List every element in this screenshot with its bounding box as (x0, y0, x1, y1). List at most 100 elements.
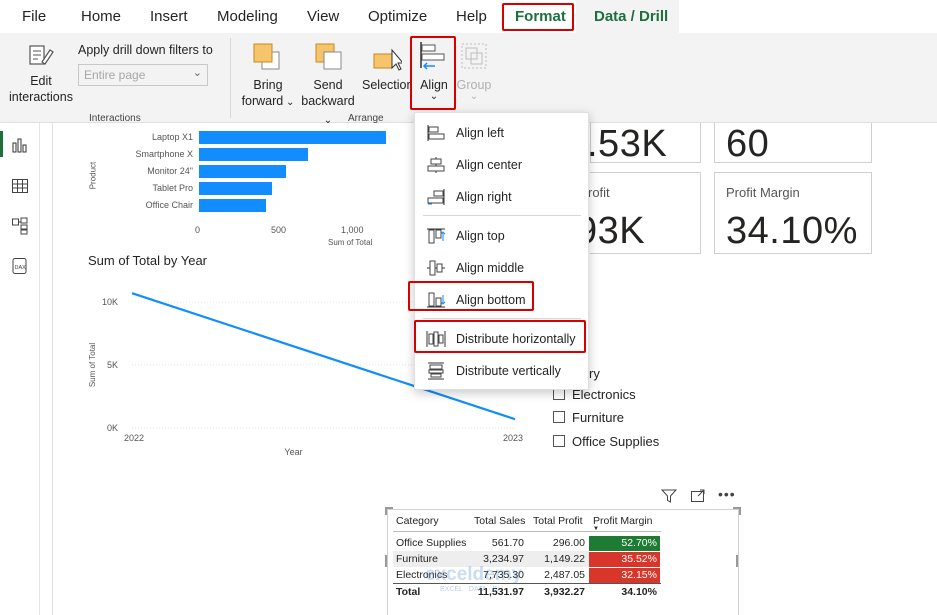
menu-separator (423, 215, 581, 216)
ribbon-separator (230, 38, 231, 118)
selection-icon[interactable] (372, 42, 405, 77)
bar-x-tick-label: 0 (195, 225, 201, 235)
kpi-card-4-label: Profit Margin (726, 185, 800, 200)
menu-optimize[interactable]: Optimize (368, 8, 427, 25)
align-button-highlight (410, 36, 456, 110)
slicer-item-furniture[interactable]: Furniture (553, 410, 624, 425)
kpi-card-3-label: rofit (588, 185, 610, 200)
bring-forward-label-2: forward (241, 94, 284, 108)
checkbox-icon[interactable] (553, 411, 565, 423)
apply-drill-label: Apply drill down filters to (78, 43, 213, 57)
resize-handle[interactable] (735, 555, 738, 567)
apply-drill-dropdown[interactable]: Entire page ⌄ (78, 64, 208, 86)
menu-item-label: Align left (456, 126, 504, 140)
line-x-axis-label: Year (284, 447, 302, 457)
align-left-icon (427, 125, 445, 141)
table-total-cell: Total (396, 586, 421, 598)
chevron-down-icon: ⌄ (469, 91, 479, 102)
kpi-card-3[interactable]: rofit 93K (576, 172, 701, 254)
table-cell: 296.00 (552, 537, 585, 549)
filter-icon[interactable] (660, 489, 678, 508)
line-x-tick-label: 2023 (503, 433, 523, 443)
kpi-card-4-value: 34.10% (726, 210, 858, 252)
svg-text:DAX: DAX (15, 265, 27, 271)
report-view-icon[interactable] (11, 136, 29, 154)
kpi-card-1[interactable]: .53K (587, 123, 701, 165)
edit-interactions-label-2: interactions (9, 90, 73, 104)
table-cell: Office Supplies (396, 537, 467, 549)
active-view-indicator (0, 131, 3, 157)
slicer-item-office-supplies[interactable]: Office Supplies (553, 434, 659, 449)
slicer-item-label: Furniture (572, 410, 625, 425)
menu-item-align-center[interactable]: Align center (415, 152, 590, 178)
kpi-card-2-value: 60 (726, 123, 770, 165)
line-y-tick-label: 10K (102, 297, 118, 307)
group-button: Group ⌄ (456, 77, 492, 102)
kpi-card-2[interactable]: 60 (714, 123, 872, 165)
menu-item-distribute-vertically[interactable]: Distribute vertically (415, 358, 590, 384)
align-center-icon (427, 157, 445, 173)
table-cell: 1,149.22 (544, 553, 585, 565)
send-backward-label-2: backward (301, 94, 355, 108)
menu-insert[interactable]: Insert (150, 8, 188, 25)
menu-view[interactable]: View (307, 8, 339, 25)
distribute-vertically-icon (428, 362, 444, 380)
more-options-icon[interactable]: ••• (718, 486, 736, 502)
bar-category-label: Laptop X1 (151, 132, 193, 142)
menu-item-label: Align center (456, 158, 523, 172)
bar-mark[interactable] (199, 148, 309, 161)
menu-modeling[interactable]: Modeling (217, 8, 278, 25)
menu-file[interactable]: File (22, 8, 46, 25)
menu-item-align-top[interactable]: Align top (415, 223, 590, 249)
send-backward-icon[interactable] (314, 42, 344, 77)
edit-interactions-icon[interactable] (24, 40, 56, 77)
menu-item-align-left[interactable]: Align left (415, 120, 590, 146)
bring-forward-button[interactable]: Bring forward ⌄ (238, 77, 298, 111)
menu-item-align-right[interactable]: Align right (415, 184, 590, 210)
chevron-down-icon: ⌄ (283, 97, 295, 108)
bar-category-label: Tablet Pro (152, 183, 193, 193)
bar-mark[interactable] (199, 182, 272, 195)
checkbox-icon[interactable] (553, 435, 565, 447)
table-total-cell: 3,932.27 (544, 586, 585, 598)
resize-handle[interactable] (733, 507, 741, 515)
menu-home[interactable]: Home (81, 8, 121, 25)
table-total-cell: 34.10% (621, 586, 657, 598)
watermark-subtitle: EXCEL · DATA · BI (440, 586, 499, 593)
dax-query-view-icon[interactable]: DAX (11, 257, 29, 275)
line-y-tick-label: 5K (107, 360, 118, 370)
kpi-card-profit-margin[interactable]: Profit Margin 34.10% (714, 172, 872, 254)
edit-interactions-button[interactable]: Edit interactions (8, 73, 74, 105)
bar-mark[interactable] (199, 131, 386, 144)
bar-x-tick-label: 1,000 (341, 225, 364, 235)
bar-mark[interactable] (199, 165, 286, 178)
table-cell: 561.70 (491, 537, 524, 549)
bar-mark[interactable] (199, 199, 266, 212)
line-chart-title: Sum of Total by Year (88, 253, 208, 268)
slicer-header: ry (589, 366, 600, 381)
selection-button[interactable]: Selection (362, 77, 412, 93)
watermark-logo: exceldemy (425, 564, 523, 585)
chevron-down-icon: ⌄ (192, 67, 202, 79)
focus-mode-icon[interactable] (690, 489, 706, 508)
table-header-cell: Profit Margin (593, 515, 653, 527)
bar-category-label: Monitor 24" (147, 166, 193, 176)
menu-data-drill[interactable]: Data / Drill (594, 8, 668, 25)
bar-category-label: Office Chair (145, 200, 193, 210)
table-header-cell: Total Profit (533, 515, 583, 527)
resize-handle[interactable] (385, 507, 393, 515)
line-y-axis-label: Sum of Total (88, 343, 97, 388)
table-view-icon[interactable] (11, 177, 29, 195)
bring-forward-icon[interactable] (252, 42, 282, 77)
bar-chart-visual[interactable]: Laptop X1 Smartphone X Monitor 24" Tablet P… (53, 123, 413, 253)
menu-help[interactable]: Help (456, 8, 487, 25)
bring-forward-label-1: Bring (253, 78, 283, 92)
model-view-icon[interactable] (11, 217, 29, 235)
resize-handle[interactable] (385, 555, 388, 567)
profit-margin-cell: 32.15% (589, 568, 660, 583)
profit-margin-cell: 35.52% (589, 552, 660, 567)
table-header-cell: Total Sales (474, 515, 526, 527)
menu-item-align-middle[interactable]: Align middle (415, 255, 590, 281)
line-y-tick-label: 0K (107, 423, 118, 433)
align-right-icon (427, 189, 445, 205)
